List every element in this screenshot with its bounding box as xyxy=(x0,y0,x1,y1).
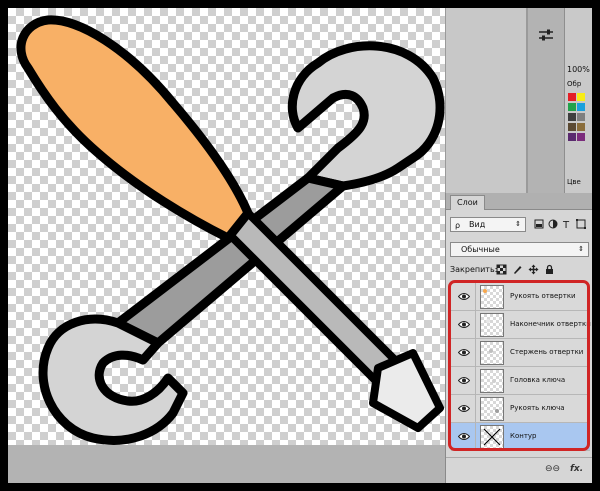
screwdriver-handle xyxy=(16,15,253,243)
layer-name: Стержень отвертки xyxy=(510,348,584,356)
panel-separator xyxy=(526,8,528,193)
visibility-eye-icon[interactable] xyxy=(458,432,470,441)
layer-row[interactable]: Рукоять отвертки xyxy=(451,283,590,311)
lock-row: Закрепить: xyxy=(450,263,589,277)
zoom-level: 100% xyxy=(567,65,590,74)
thumbnail-preview-icon xyxy=(486,319,490,323)
screwdriver-shaft xyxy=(224,209,402,387)
tab-layers[interactable]: Слои xyxy=(450,195,485,210)
layer-row[interactable]: Рукоять ключа xyxy=(451,395,590,423)
row-divider xyxy=(475,367,476,395)
lock-transparency-icon[interactable] xyxy=(496,264,507,275)
swatch-red[interactable] xyxy=(568,93,576,101)
lock-paint-brush-icon[interactable] xyxy=(512,264,523,275)
layer-thumbnail[interactable] xyxy=(480,425,504,449)
layer-row[interactable]: Стержень отвертки xyxy=(451,339,590,367)
row-divider xyxy=(475,311,476,339)
thumbnail-preview-icon xyxy=(483,289,487,293)
mode-label: Обр xyxy=(567,80,582,88)
layer-filter-select[interactable]: ρ Вид ⇕ xyxy=(450,217,526,232)
blend-mode-select[interactable]: Обычные ⇕ xyxy=(450,242,589,257)
swatch-violet[interactable] xyxy=(577,133,585,141)
layer-name: Наконечник отвертки xyxy=(510,320,591,328)
layers-list: Рукоять отвертки Наконечник отвертки Стерж… xyxy=(451,283,591,451)
layer-thumbnail[interactable] xyxy=(480,397,504,421)
swatch-gray[interactable] xyxy=(577,113,585,121)
layer-thumbnail[interactable] xyxy=(480,285,504,309)
color-panel-tab[interactable]: Цве xyxy=(567,178,581,186)
layer-thumbnail[interactable] xyxy=(480,313,504,337)
swatches-panel: 100% Обр Цве xyxy=(564,8,592,193)
visibility-eye-icon[interactable] xyxy=(458,292,470,301)
row-divider xyxy=(475,283,476,311)
layer-name: Головка ключа xyxy=(510,376,566,384)
layers-panel: Слои ρ Вид ⇕ T Обычные ⇕ Закрепить: Руко… xyxy=(445,193,592,483)
lock-all-icon[interactable] xyxy=(544,264,555,275)
thumbnail-preview-icon xyxy=(483,428,501,446)
filter-value: Вид xyxy=(469,220,486,229)
wrench-top-head xyxy=(287,41,445,191)
layer-row[interactable]: Наконечник отвертки xyxy=(451,311,591,339)
tool-options-strip xyxy=(445,8,528,193)
thumbnail-preview-icon xyxy=(495,409,499,413)
search-icon: ρ xyxy=(455,221,461,230)
thumbnail-preview-icon xyxy=(489,349,493,353)
swatch-dark-gray[interactable] xyxy=(568,113,576,121)
layer-name: Контур xyxy=(510,432,537,440)
fx-button[interactable]: fx. xyxy=(570,464,583,474)
thumbnail-preview-icon xyxy=(492,379,496,383)
filter-pixel-icon[interactable] xyxy=(534,219,544,229)
lock-move-icon[interactable] xyxy=(528,264,539,275)
layers-bottom-bar: ⊖⊖ fx. xyxy=(446,457,592,483)
link-layers-icon[interactable]: ⊖⊖ xyxy=(545,464,560,474)
document-canvas[interactable] xyxy=(8,8,445,445)
row-divider xyxy=(475,423,476,451)
chevron-updown-icon: ⇕ xyxy=(515,220,521,228)
layer-name: Рукоять ключа xyxy=(510,404,565,412)
canvas-bottom-area xyxy=(8,445,445,483)
screwdriver-tip xyxy=(369,349,444,432)
row-divider xyxy=(475,339,476,367)
swatch-yellow[interactable] xyxy=(577,93,585,101)
adjustments-icon[interactable] xyxy=(538,28,554,42)
swatch-blue[interactable] xyxy=(577,103,585,111)
layers-tabbar: Слои xyxy=(446,193,592,210)
layer-name: Рукоять отвертки xyxy=(510,292,576,300)
chevron-updown-icon: ⇕ xyxy=(578,245,584,253)
layer-row[interactable]: Головка ключа xyxy=(451,367,590,395)
layer-filter-row: ρ Вид ⇕ T xyxy=(450,217,589,233)
lock-label: Закрепить: xyxy=(450,265,498,274)
filter-shape-icon[interactable] xyxy=(576,219,586,229)
svg-text:T: T xyxy=(562,220,570,229)
layer-row[interactable]: Контур xyxy=(451,423,590,451)
swatch-green[interactable] xyxy=(568,103,576,111)
swatch-tan[interactable] xyxy=(577,123,585,131)
row-divider xyxy=(475,395,476,423)
filter-type-icon[interactable]: T xyxy=(562,219,572,229)
swatch-brown[interactable] xyxy=(568,123,576,131)
swatch-purple[interactable] xyxy=(568,133,576,141)
blend-mode-value: Обычные xyxy=(461,245,500,254)
tools-artwork xyxy=(16,15,445,445)
layer-thumbnail[interactable] xyxy=(480,341,504,365)
visibility-eye-icon[interactable] xyxy=(458,348,470,357)
visibility-eye-icon[interactable] xyxy=(458,404,470,413)
layer-thumbnail[interactable] xyxy=(480,369,504,393)
visibility-eye-icon[interactable] xyxy=(458,376,470,385)
visibility-eye-icon[interactable] xyxy=(458,320,470,329)
filter-adjustment-icon[interactable] xyxy=(548,219,558,229)
photoshop-window: 100% Обр Цве Слои ρ Вид ⇕ T Обычные ⇕ За… xyxy=(8,8,592,483)
